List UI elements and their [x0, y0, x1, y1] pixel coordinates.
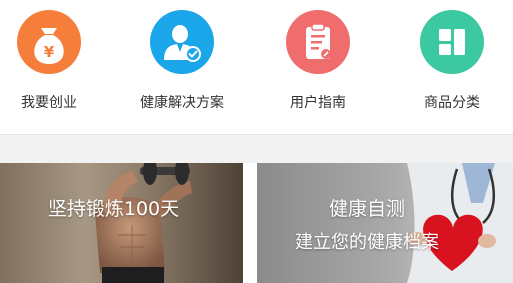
- clipboard-icon: [286, 10, 350, 74]
- nav-item-label: 商品分类: [424, 95, 480, 111]
- nav-item-user-guide[interactable]: 用户指南: [254, 0, 382, 134]
- nav-item-label: 健康解决方案: [140, 95, 224, 111]
- nav-item-startup[interactable]: ¥ 我要创业: [0, 0, 113, 134]
- nav-item-label: 我要创业: [21, 95, 77, 111]
- nav-item-product-category[interactable]: 商品分类: [388, 0, 513, 134]
- nav-item-label: 用户指南: [290, 95, 346, 111]
- nav-item-health-solution[interactable]: 健康解决方案: [118, 0, 246, 134]
- svg-text:¥: ¥: [44, 43, 55, 61]
- banner-health-self-test[interactable]: 健康自测 建立您的健康档案: [257, 163, 513, 283]
- category-icon-row: ¥ 我要创业 健康解决方案 用户指南 商品分类: [0, 0, 513, 134]
- banner-right-subtitle: 建立您的健康档案: [295, 232, 439, 253]
- section-divider: [0, 134, 513, 163]
- banner-exercise-100-days[interactable]: 坚持锻炼100天: [0, 163, 243, 283]
- banner-right-title: 健康自测: [328, 198, 405, 220]
- banner-left-title: 坚持锻炼100天: [47, 198, 180, 220]
- athlete-image: [0, 163, 243, 283]
- doctor-image: [257, 163, 513, 283]
- grid-icon: [420, 10, 484, 74]
- app-screen: ¥ 我要创业 健康解决方案 用户指南 商品分类 坚持锻炼100天 健康自测 建立…: [0, 0, 513, 283]
- money-bag-icon: ¥: [17, 10, 81, 74]
- user-check-icon: [150, 10, 214, 74]
